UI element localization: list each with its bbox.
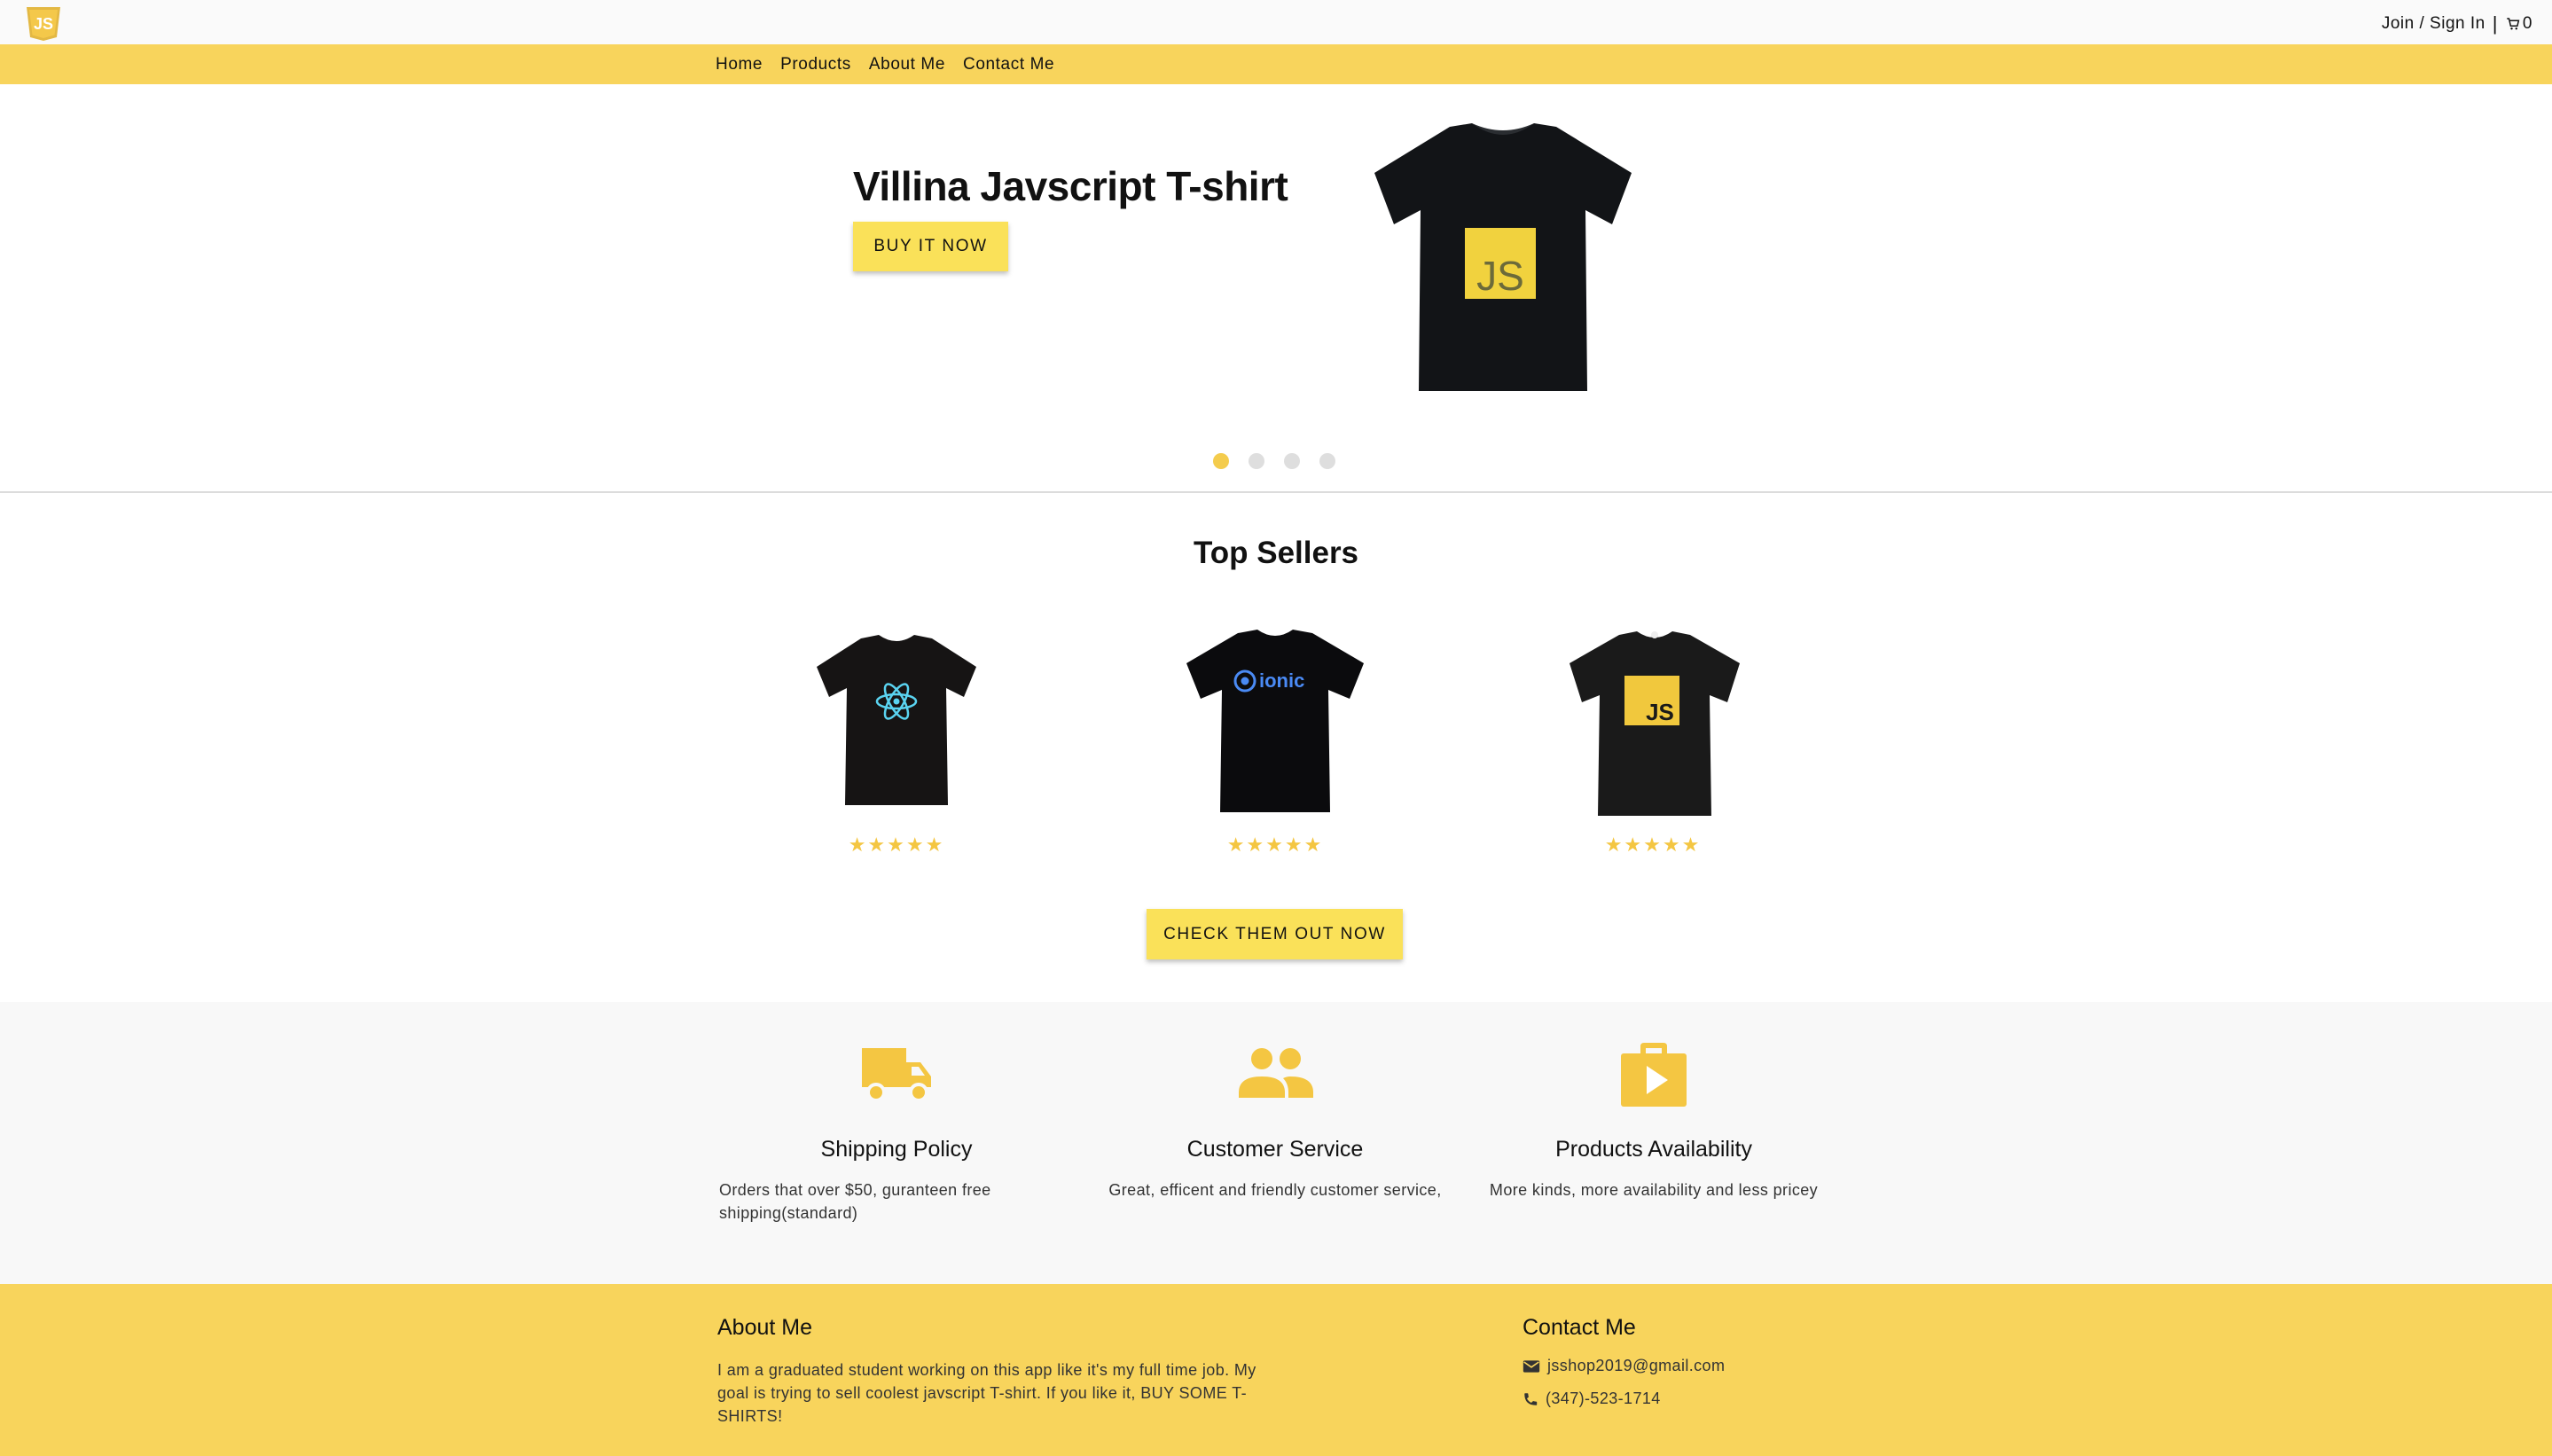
cart-icon [2507, 18, 2520, 30]
feature-text: Orders that over $50, guranteen free shi… [719, 1181, 991, 1222]
truck-icon [862, 1048, 931, 1102]
product-card-js[interactable]: JS ★★★★★ [1529, 628, 1759, 867]
footer-contact: Contact Me jsshop2019@gmail.com (347)-52… [1523, 1315, 1966, 1408]
feature-title: Customer Service [1186, 1137, 1364, 1162]
product-card-react[interactable]: ★★★★★ [772, 628, 1003, 867]
phone-number: (347)-523-1714 [1546, 1389, 1661, 1407]
product-rating-stars: ★★★★★ [1604, 834, 1702, 856]
email-link[interactable]: jsshop2019@gmail.com [1547, 1357, 1725, 1375]
footer: About Me I am a graduated student workin… [0, 1284, 2552, 1456]
carousel-dots [1213, 453, 1335, 469]
phone-row: (347)-523-1714 [1523, 1389, 1966, 1408]
nav-contact-me[interactable]: Contact Me [963, 55, 1054, 74]
top-sellers-title: Top Sellers [1193, 536, 1359, 570]
hero-shirt-logo: JS [1476, 253, 1524, 299]
hero-tshirt-image: JS [1374, 123, 1632, 391]
ionic-logo-text: ionic [1259, 669, 1304, 692]
buy-it-now-button[interactable]: BUY IT NOW [853, 222, 1008, 271]
main-nav: Home Products About Me Contact Me [716, 55, 1054, 74]
email-row: jsshop2019@gmail.com [1523, 1357, 1966, 1375]
carousel-dot-4[interactable] [1319, 453, 1335, 469]
carousel-dot-1[interactable] [1213, 453, 1229, 469]
join-sign-in-link[interactable]: Join / Sign In [2382, 14, 2485, 34]
feature-availability: Products Availability More kinds, more a… [1476, 1039, 1831, 1202]
hero-carousel: Villina Javscript T-shirt BUY IT NOW JS [0, 84, 2552, 493]
features-section: Shipping Policy Orders that over $50, gu… [0, 1002, 2552, 1284]
footer-about: About Me I am a graduated student workin… [717, 1315, 1267, 1428]
react-tshirt-image [817, 635, 976, 805]
product-rating-stars: ★★★★★ [1226, 834, 1324, 856]
product-card-ionic[interactable]: ionic ★★★★★ [1151, 628, 1382, 867]
feature-title: Products Availability [1555, 1137, 1752, 1162]
cart-button[interactable]: 0 [2505, 14, 2532, 34]
account-area: Join / Sign In | 0 [2382, 12, 2532, 35]
nav-bar: Home Products About Me Contact Me [0, 44, 2552, 84]
js-shirt-logo: JS [1646, 699, 1674, 725]
people-icon [1239, 1048, 1313, 1098]
ionic-tshirt-image: ionic [1186, 630, 1364, 812]
nav-about-me[interactable]: About Me [869, 55, 945, 74]
logo-text: JS [34, 15, 53, 33]
contact-title: Contact Me [1523, 1315, 1636, 1340]
account-separator: | [2492, 12, 2498, 35]
email-icon [1523, 1359, 1540, 1373]
about-text: I am a graduated student working on this… [717, 1361, 1256, 1425]
check-them-out-button[interactable]: CHECK THEM OUT NOW [1147, 909, 1403, 959]
nav-products[interactable]: Products [780, 55, 851, 74]
shop-icon [1621, 1043, 1687, 1107]
js-logo-icon[interactable]: JS [25, 5, 62, 41]
phone-icon [1524, 1392, 1538, 1405]
nav-home[interactable]: Home [716, 55, 763, 74]
carousel-dot-2[interactable] [1249, 453, 1264, 469]
feature-text: More kinds, more availability and less p… [1489, 1181, 1819, 1199]
feature-shipping: Shipping Policy Orders that over $50, gu… [719, 1039, 1074, 1225]
product-rating-stars: ★★★★★ [848, 834, 945, 856]
cart-count: 0 [2522, 14, 2532, 33]
feature-customer-service: Customer Service Great, efficent and fri… [1098, 1039, 1452, 1202]
carousel-dot-3[interactable] [1284, 453, 1300, 469]
feature-title: Shipping Policy [820, 1137, 973, 1162]
hero-title: Villina Javscript T-shirt [853, 163, 1288, 209]
js-tshirt-image: JS [1570, 631, 1740, 816]
top-bar: JS Join / Sign In | 0 [0, 0, 2552, 44]
feature-text: Great, efficent and friendly customer se… [1108, 1181, 1442, 1199]
about-title: About Me [717, 1315, 813, 1340]
